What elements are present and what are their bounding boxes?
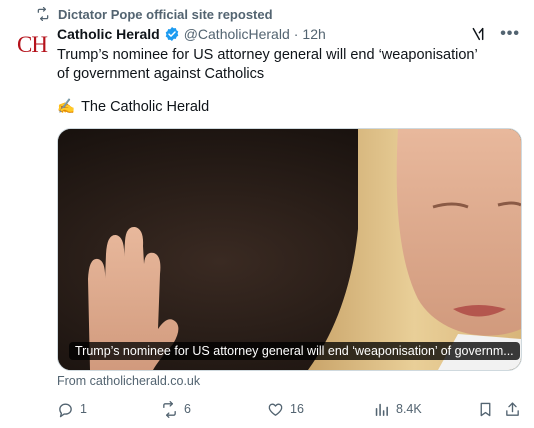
repost-icon <box>37 7 49 21</box>
bookmark-button[interactable] <box>477 401 494 418</box>
like-count: 16 <box>290 402 304 416</box>
share-icon <box>506 401 519 416</box>
view-count: 8.4K <box>396 402 422 416</box>
repost-count: 6 <box>184 402 191 416</box>
avatar[interactable]: CH <box>14 30 50 60</box>
tweet-byline: ✍️ The Catholic Herald <box>57 98 210 116</box>
verified-badge-icon <box>165 27 178 41</box>
bookmark-icon <box>480 402 491 416</box>
link-card-caption: Trump’s nominee for US attorney general … <box>69 342 520 360</box>
reply-button[interactable]: 1 <box>57 401 87 418</box>
reply-count: 1 <box>80 402 87 416</box>
views-button[interactable]: 8.4K <box>373 401 422 418</box>
link-source[interactable]: From catholicherald.co.uk <box>57 374 200 388</box>
tweet-actions: 1 6 16 8.4K <box>57 398 520 420</box>
photo-illustration <box>58 129 521 370</box>
more-options-icon[interactable]: ••• <box>500 25 520 43</box>
heart-icon <box>268 403 283 416</box>
author-name[interactable]: Catholic Herald <box>57 26 160 42</box>
writing-hand-icon: ✍️ <box>57 99 76 115</box>
repost-icon <box>163 400 176 418</box>
reply-icon <box>59 403 72 417</box>
link-card-image[interactable]: Trump’s nominee for US attorney general … <box>57 128 522 371</box>
like-button[interactable]: 16 <box>267 401 304 418</box>
repost-button[interactable]: 6 <box>161 400 191 418</box>
separator-dot: · <box>293 26 299 42</box>
tweet-timestamp[interactable]: 12h <box>302 26 325 42</box>
views-chart-icon <box>375 403 388 416</box>
avatar-monogram: CH <box>17 32 48 57</box>
repost-indicator[interactable]: Dictator Pope official site reposted <box>36 6 273 22</box>
grok-icon[interactable] <box>470 26 486 42</box>
share-button[interactable] <box>504 401 521 418</box>
tweet-text: Trump’s nominee for US attorney general … <box>57 47 478 82</box>
repost-text: Dictator Pope official site reposted <box>58 6 273 22</box>
author-handle[interactable]: @CatholicHerald <box>184 26 290 42</box>
byline-text: The Catholic Herald <box>81 98 210 115</box>
tweet-header: Catholic Herald @CatholicHerald · 12h ••… <box>57 24 520 44</box>
